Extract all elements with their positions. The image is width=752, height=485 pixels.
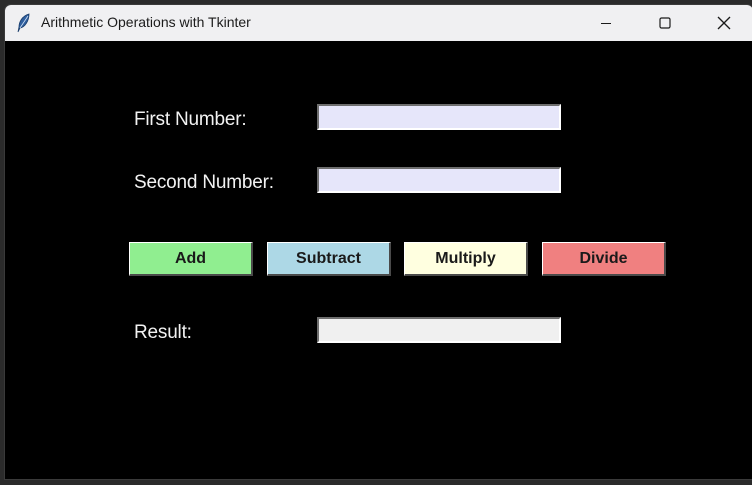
first-number-label: First Number: [134, 109, 247, 130]
title-bar[interactable]: Arithmetic Operations with Tkinter [5, 5, 752, 41]
app-window: Arithmetic Operations with Tkinter First… [4, 4, 752, 480]
close-icon [717, 16, 731, 30]
multiply-button[interactable]: Multiply [404, 242, 528, 276]
second-number-input[interactable] [317, 167, 561, 193]
result-label: Result: [134, 322, 192, 343]
maximize-icon [659, 17, 671, 29]
maximize-button[interactable] [636, 5, 694, 41]
feather-icon [16, 13, 32, 33]
add-button[interactable]: Add [129, 242, 253, 276]
close-button[interactable] [695, 5, 752, 41]
window-title: Arithmetic Operations with Tkinter [41, 14, 251, 30]
divide-button[interactable]: Divide [542, 242, 666, 276]
minimize-icon [600, 17, 612, 29]
second-number-label: Second Number: [134, 172, 274, 193]
result-field[interactable] [317, 317, 561, 343]
subtract-button[interactable]: Subtract [267, 242, 391, 276]
first-number-input[interactable] [317, 104, 561, 130]
minimize-button[interactable] [577, 5, 635, 41]
main-content: First Number: Second Number: Add Subtrac… [5, 41, 752, 479]
